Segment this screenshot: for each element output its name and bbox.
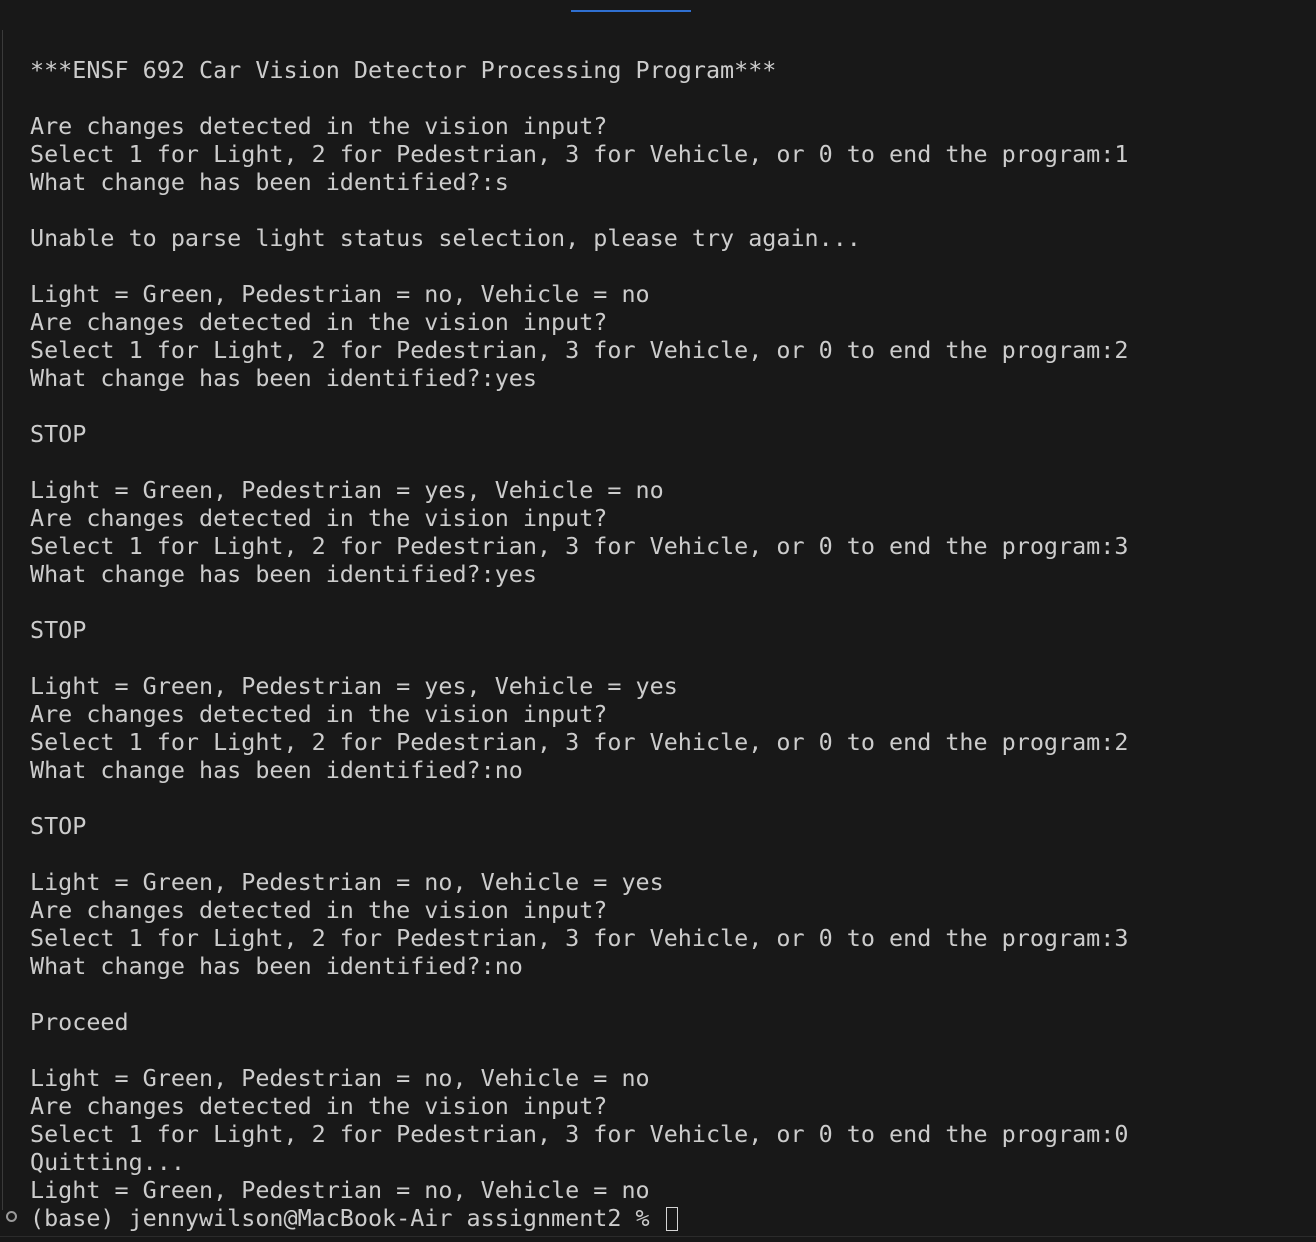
panel-bottom-border: [0, 1236, 1316, 1237]
active-tab-indicator[interactable]: [571, 10, 691, 12]
terminal-line: What change has been identified?:yes: [30, 364, 537, 392]
terminal-line: Select 1 for Light, 2 for Pedestrian, 3 …: [30, 532, 1129, 560]
terminal-line: STOP: [30, 812, 87, 840]
terminal-line: Select 1 for Light, 2 for Pedestrian, 3 …: [30, 1120, 1129, 1148]
terminal-line: Light = Green, Pedestrian = no, Vehicle …: [30, 868, 664, 896]
terminal-line: What change has been identified?:s: [30, 168, 509, 196]
terminal-line: STOP: [30, 616, 87, 644]
terminal-output[interactable]: ***ENSF 692 Car Vision Detector Processi…: [30, 56, 1300, 1204]
terminal-line: ***ENSF 692 Car Vision Detector Processi…: [30, 56, 777, 84]
terminal-line: Are changes detected in the vision input…: [30, 112, 608, 140]
terminal-line: Quitting...: [30, 1148, 185, 1176]
terminal-line: Are changes detected in the vision input…: [30, 308, 608, 336]
terminal-line: Are changes detected in the vision input…: [30, 700, 608, 728]
hollow-circle-icon: [6, 1211, 17, 1222]
terminal-line: Light = Green, Pedestrian = yes, Vehicle…: [30, 672, 678, 700]
terminal-line: STOP: [30, 420, 87, 448]
terminal-line: Select 1 for Light, 2 for Pedestrian, 3 …: [30, 728, 1129, 756]
terminal-line: Unable to parse light status selection, …: [30, 224, 861, 252]
terminal-line: Select 1 for Light, 2 for Pedestrian, 3 …: [30, 924, 1129, 952]
terminal-line: What change has been identified?:yes: [30, 560, 537, 588]
terminal-prompt-row[interactable]: (base) jennywilson@MacBook-Air assignmen…: [0, 1204, 1316, 1232]
block-cursor-icon: [665, 1207, 678, 1231]
terminal-line: Select 1 for Light, 2 for Pedestrian, 3 …: [30, 336, 1129, 364]
terminal-line: Are changes detected in the vision input…: [30, 1092, 608, 1120]
terminal-line: What change has been identified?:no: [30, 756, 523, 784]
terminal-line: What change has been identified?:no: [30, 952, 523, 980]
terminal-line: Light = Green, Pedestrian = no, Vehicle …: [30, 280, 650, 308]
terminal-line: Proceed: [30, 1008, 129, 1036]
terminal-line: Light = Green, Pedestrian = no, Vehicle …: [30, 1176, 650, 1204]
terminal-line: Light = Green, Pedestrian = no, Vehicle …: [30, 1064, 650, 1092]
terminal-line: Select 1 for Light, 2 for Pedestrian, 3 …: [30, 140, 1129, 168]
terminal-line: Light = Green, Pedestrian = yes, Vehicle…: [30, 476, 664, 504]
terminal-line: Are changes detected in the vision input…: [30, 896, 608, 924]
terminal-line: Are changes detected in the vision input…: [30, 504, 608, 532]
panel-left-border: [2, 30, 3, 1210]
shell-prompt: (base) jennywilson@MacBook-Air assignmen…: [30, 1204, 678, 1232]
shell-prompt-text: (base) jennywilson@MacBook-Air assignmen…: [30, 1204, 664, 1232]
